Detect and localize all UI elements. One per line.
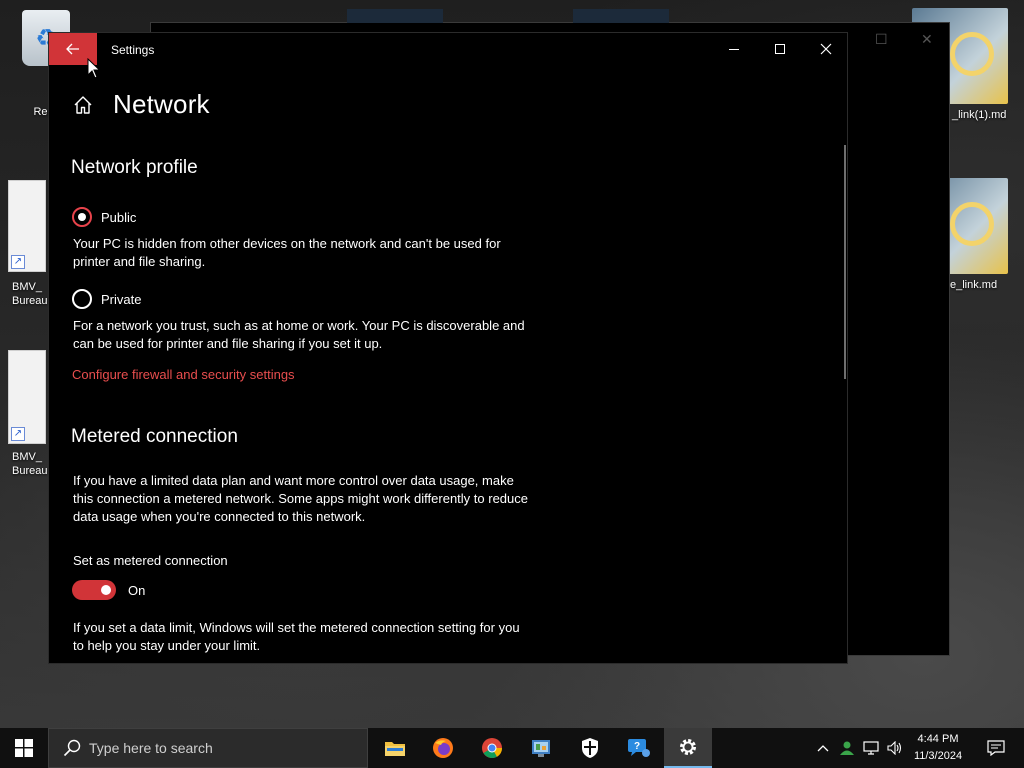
notification-icon xyxy=(987,740,1005,756)
firefox-icon xyxy=(433,738,453,758)
desktop-icon-label: e_link.md xyxy=(950,279,998,291)
window-title: Settings xyxy=(111,43,155,57)
network-profile-heading: Network profile xyxy=(71,157,198,178)
search-placeholder: Type here to search xyxy=(89,740,213,756)
windows-security-button[interactable] xyxy=(566,728,614,768)
taskbar: Type here to search ? 4:44 PM 11/3/2024 xyxy=(0,728,1024,768)
show-hidden-icons-button[interactable] xyxy=(812,728,834,768)
control-panel-icon xyxy=(532,740,550,757)
settings-window: Settings Network Network profile Public … xyxy=(48,32,848,664)
get-help-button[interactable]: ? xyxy=(615,728,663,768)
taskbar-clock[interactable]: 4:44 PM 11/3/2024 xyxy=(904,731,972,765)
maximize-icon xyxy=(775,44,785,54)
chevron-up-icon xyxy=(817,745,829,752)
desktop-icon-label: _link(1).md xyxy=(952,109,1007,121)
shortcut-arrow-icon: ↗ xyxy=(11,427,25,441)
minimize-button[interactable] xyxy=(711,33,757,65)
metered-description: If you have a limited data plan and want… xyxy=(73,473,528,524)
people-tray-button[interactable] xyxy=(836,728,858,768)
close-icon[interactable]: ✕ xyxy=(921,31,933,48)
metered-toggle-row[interactable]: On xyxy=(72,580,145,600)
radio-private-label: Private xyxy=(101,291,142,307)
volume-icon xyxy=(887,741,902,755)
radio-public-label: Public xyxy=(101,209,137,225)
clock-date: 11/3/2024 xyxy=(913,750,963,762)
windows-security-icon xyxy=(582,738,598,758)
mouse-cursor-icon xyxy=(87,58,101,79)
close-icon xyxy=(820,43,832,55)
file-explorer-button[interactable] xyxy=(371,728,419,768)
window-thumbnail xyxy=(573,9,669,23)
clock-time: 4:44 PM xyxy=(917,733,959,745)
radio-private[interactable]: Private xyxy=(72,289,141,309)
get-help-icon: ? xyxy=(628,739,650,757)
settings-icon xyxy=(680,739,696,755)
taskbar-search-box[interactable]: Type here to search xyxy=(48,728,368,768)
volume-tray-button[interactable] xyxy=(884,728,906,768)
maximize-button[interactable] xyxy=(757,33,803,65)
desktop-file-icon[interactable]: ↗ xyxy=(8,180,46,272)
person-icon xyxy=(840,741,854,755)
desktop-file-icon[interactable]: ↗ xyxy=(8,350,46,444)
minimize-icon xyxy=(729,48,739,50)
windows-logo-icon xyxy=(15,739,33,757)
metered-connection-heading: Metered connection xyxy=(71,426,238,447)
action-center-button[interactable] xyxy=(976,728,1016,768)
metered-toggle-label: Set as metered connection xyxy=(73,553,228,568)
metered-toggle-switch[interactable] xyxy=(72,580,116,600)
search-icon xyxy=(63,739,81,757)
control-panel-button[interactable] xyxy=(517,728,565,768)
close-button[interactable] xyxy=(803,33,849,65)
chrome-icon xyxy=(482,738,503,758)
file-explorer-icon xyxy=(385,742,405,756)
home-icon[interactable] xyxy=(73,95,93,115)
radio-button-checked[interactable] xyxy=(72,207,92,227)
scrollbar[interactable] xyxy=(844,145,846,379)
network-icon xyxy=(863,741,879,755)
chrome-button[interactable] xyxy=(468,728,516,768)
firefox-button[interactable] xyxy=(419,728,467,768)
radio-public[interactable]: Public xyxy=(72,207,136,227)
page-header: Network xyxy=(73,89,210,120)
settings-button[interactable] xyxy=(664,728,712,768)
shortcut-arrow-icon: ↗ xyxy=(11,255,25,269)
title-bar[interactable]: Settings xyxy=(49,33,847,67)
back-arrow-icon xyxy=(66,43,79,55)
page-title: Network xyxy=(113,89,210,119)
private-description: For a network you trust, such as at home… xyxy=(73,318,525,351)
desktop-icon-label: BMV_ Bureau xyxy=(12,451,48,477)
window-thumbnail xyxy=(347,9,443,23)
svg-text:?: ? xyxy=(634,741,640,752)
radio-button-unchecked[interactable] xyxy=(72,289,92,309)
data-limit-description: If you set a data limit, Windows will se… xyxy=(73,620,520,653)
network-tray-button[interactable] xyxy=(860,728,882,768)
desktop-icon-label: BMV_ Bureau xyxy=(12,281,48,307)
firewall-settings-link[interactable]: Configure firewall and security settings xyxy=(72,367,295,382)
start-button[interactable] xyxy=(0,728,48,768)
public-description: Your PC is hidden from other devices on … xyxy=(73,236,501,269)
maximize-icon[interactable]: ☐ xyxy=(875,31,888,48)
toggle-state-label: On xyxy=(128,582,146,598)
